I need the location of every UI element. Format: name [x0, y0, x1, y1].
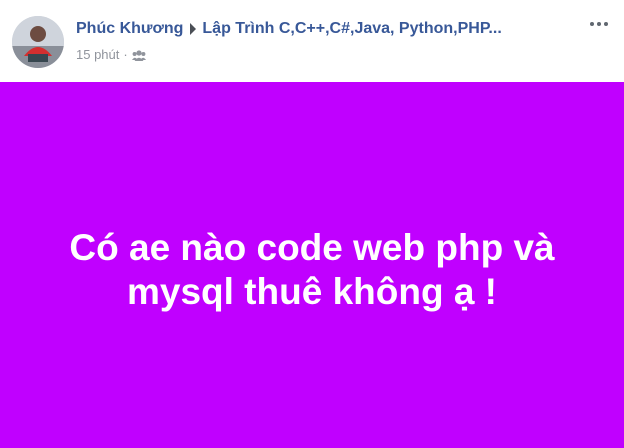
author-avatar[interactable] [12, 16, 64, 68]
post-header: Phúc Khương Lập Trình C,C++,C#,Java, Pyt… [0, 0, 624, 82]
post-card: Phúc Khương Lập Trình C,C++,C#,Java, Pyt… [0, 0, 624, 448]
more-dot [597, 22, 601, 26]
post-title-row: Phúc Khương Lập Trình C,C++,C#,Java, Pyt… [76, 20, 502, 38]
post-text: Có ae nào code web php và mysql thuê khô… [32, 226, 592, 314]
group-name-link[interactable]: Lập Trình C,C++,C#,Java, Python,PHP... [202, 20, 501, 38]
more-dot [604, 22, 608, 26]
more-dot [590, 22, 594, 26]
post-timestamp[interactable]: 15 phút [76, 47, 119, 62]
post-background-banner: Có ae nào code web php và mysql thuê khô… [0, 82, 624, 448]
post-text-line: mysql thuê không ạ ! [126, 271, 498, 312]
post-meta: 15 phút · [76, 47, 146, 62]
group-audience-icon[interactable] [131, 49, 146, 61]
triangle-right-icon [190, 23, 197, 35]
post-text-line: Có ae nào code web php và [69, 227, 555, 268]
more-options-icon[interactable] [586, 14, 612, 34]
profile-photo-icon [12, 16, 64, 68]
meta-separator: · [123, 47, 128, 62]
author-name-link[interactable]: Phúc Khương [76, 20, 183, 38]
